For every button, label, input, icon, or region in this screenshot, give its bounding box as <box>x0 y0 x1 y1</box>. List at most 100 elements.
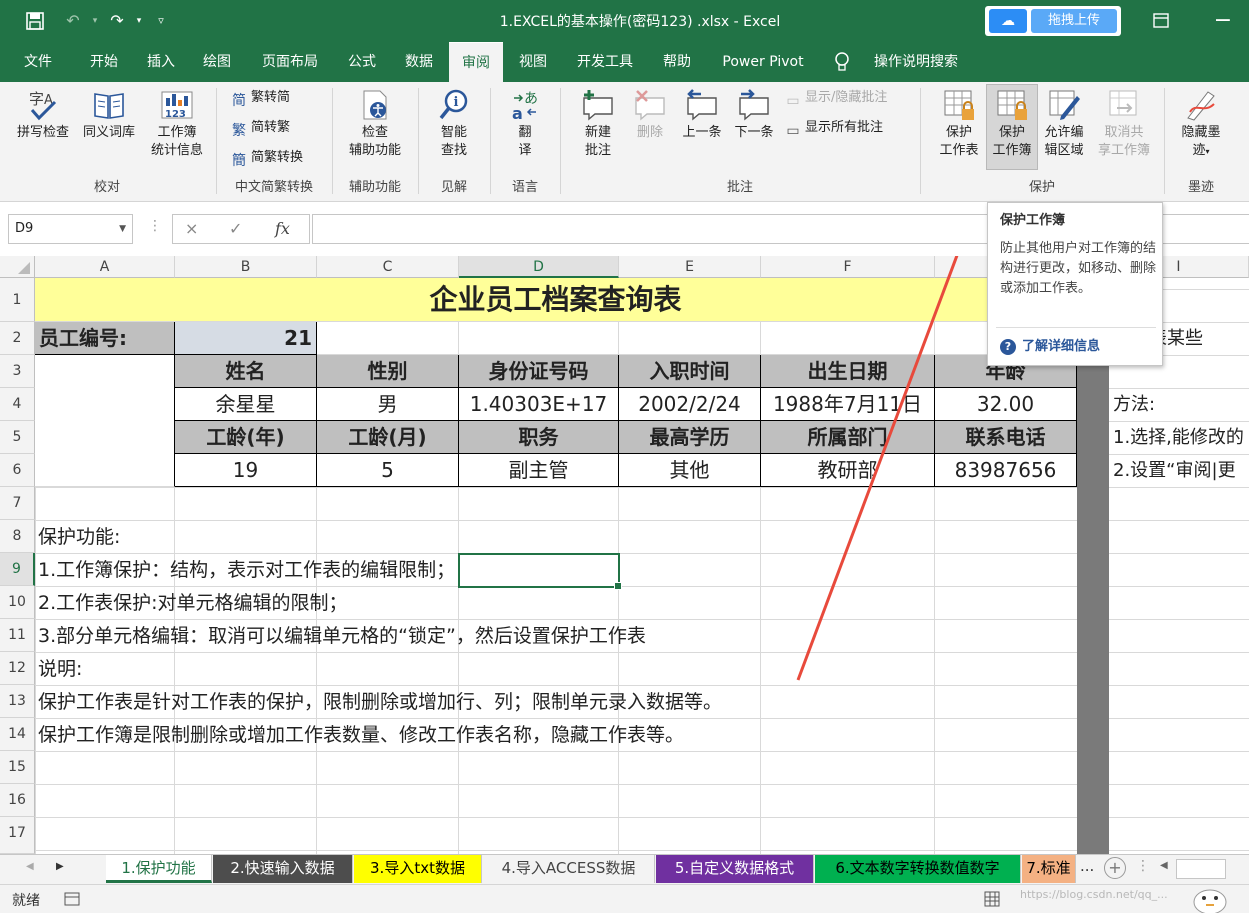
table-cell[interactable]: 其他 <box>619 454 761 487</box>
name-box-dropdown-icon[interactable]: ▼ <box>119 215 126 243</box>
add-sheet-icon[interactable]: + <box>1104 857 1126 879</box>
delete-comment-button[interactable]: 删除 <box>622 88 678 142</box>
tab-draw[interactable]: 绘图 <box>192 42 242 82</box>
tab-view[interactable]: 视图 <box>508 42 558 82</box>
tab-power-pivot[interactable]: Power Pivot <box>710 42 816 82</box>
smart-lookup-button[interactable]: i 智能 查找 <box>424 88 484 160</box>
show-hide-comment-button[interactable]: ▭ 显示/隐藏批注 <box>784 88 887 110</box>
table-cell[interactable]: 副主管 <box>459 454 619 487</box>
sheet-tab[interactable]: 1.保护功能 <box>106 855 212 883</box>
row-header[interactable]: 2 <box>0 322 35 355</box>
table-header[interactable]: 身份证号码 <box>459 355 619 388</box>
sheet-tab[interactable]: 4.导入ACCESS数据 <box>483 855 655 883</box>
row-header[interactable]: 11 <box>0 619 35 652</box>
show-all-comments-button[interactable]: ▭ 显示所有批注 <box>784 118 883 140</box>
note-text[interactable]: 保护功能: <box>38 521 120 553</box>
tab-data[interactable]: 数据 <box>394 42 444 82</box>
unshare-workbook-button[interactable]: 取消共 享工作簿 <box>1094 88 1154 160</box>
tab-formulas[interactable]: 公式 <box>336 42 388 82</box>
new-comment-button[interactable]: 新建 批注 <box>568 88 628 160</box>
tab-help[interactable]: 帮助 <box>652 42 702 82</box>
translate-button[interactable]: あa 翻 译 <box>496 88 554 160</box>
check-accessibility-button[interactable]: 检查 辅助功能 <box>340 88 410 160</box>
upload-button[interactable]: ☁ 拖拽上传 <box>985 6 1121 36</box>
select-all-corner[interactable] <box>0 256 35 278</box>
more-sheets[interactable]: ... <box>1080 857 1094 875</box>
simp-to-trad-button[interactable]: 繁简转繁 <box>230 118 290 140</box>
tab-page-layout[interactable]: 页面布局 <box>252 42 328 82</box>
note-text[interactable]: 1.工作簿保护：结构，表示对工作表的编辑限制； <box>38 554 455 586</box>
tell-me-search[interactable]: 操作说明搜索 <box>864 42 968 82</box>
row-header[interactable]: 7 <box>0 487 35 520</box>
row-header-selected[interactable]: 9 <box>0 553 35 586</box>
name-box[interactable]: D9 ▼ <box>8 214 133 244</box>
ribbon-display-icon[interactable] <box>1146 8 1176 34</box>
note-text[interactable]: 保护工作簿是限制删除或增加工作表数量、修改工作表名称，隐藏工作表等。 <box>38 719 684 751</box>
scroll-right-icon[interactable]: ▶ <box>56 861 64 872</box>
employee-id-label[interactable]: 员工编号: <box>35 322 175 355</box>
save-icon[interactable] <box>24 10 46 32</box>
table-cell[interactable]: 1.40303E+17 <box>459 388 619 421</box>
side-note[interactable]: 1.选择,能修改的 <box>1113 422 1244 454</box>
side-note[interactable]: 2.设置“审阅|更 <box>1113 455 1236 487</box>
table-header[interactable]: 工龄(月) <box>317 421 459 454</box>
sheet-tab[interactable]: 6.文本数字转换数值数字 <box>815 855 1021 883</box>
table-cell[interactable]: 5 <box>317 454 459 487</box>
tab-home[interactable]: 开始 <box>78 42 130 82</box>
redo-icon[interactable]: ↷ <box>106 10 128 32</box>
column-header[interactable]: E <box>619 256 761 278</box>
cell[interactable] <box>35 355 175 487</box>
thesaurus-button[interactable]: 同义词库 <box>76 88 142 142</box>
macro-record-icon[interactable] <box>64 891 80 907</box>
row-header[interactable]: 12 <box>0 652 35 685</box>
undo-dropdown-icon[interactable]: ▾ <box>84 10 106 32</box>
cell[interactable] <box>317 322 459 355</box>
table-cell[interactable]: 2002/2/24 <box>619 388 761 421</box>
row-header[interactable]: 4 <box>0 388 35 421</box>
horizontal-scrollbar[interactable] <box>1176 859 1226 879</box>
sheet-tab[interactable]: 2.快速输入数据 <box>213 855 353 883</box>
row-header[interactable]: 17 <box>0 817 35 854</box>
row-header[interactable]: 15 <box>0 751 35 784</box>
trad-to-simp-button[interactable]: 简繁转简 <box>230 88 290 110</box>
column-header[interactable]: A <box>35 256 175 278</box>
table-header[interactable]: 工龄(年) <box>175 421 317 454</box>
table-header[interactable]: 入职时间 <box>619 355 761 388</box>
hscroll-left-icon[interactable]: ◀ <box>1160 860 1168 871</box>
side-note[interactable]: 方法: <box>1113 389 1155 421</box>
spelling-button[interactable]: 字A 拼写检查 <box>10 88 76 142</box>
customize-toolbar-icon[interactable]: ▿ <box>150 10 172 32</box>
cell[interactable] <box>619 322 761 355</box>
note-text[interactable]: 2.工作表保护:对单元格编辑的限制； <box>38 587 348 619</box>
row-header[interactable]: 6 <box>0 454 35 487</box>
row-header[interactable]: 16 <box>0 784 35 817</box>
note-text[interactable]: 说明: <box>38 653 82 685</box>
row-header[interactable]: 1 <box>0 278 35 322</box>
tab-developer[interactable]: 开发工具 <box>566 42 644 82</box>
column-header[interactable]: C <box>317 256 459 278</box>
tab-file[interactable]: 文件 <box>14 42 62 82</box>
normal-view-icon[interactable] <box>984 891 1000 907</box>
protect-sheet-button[interactable]: 保护 工作表 <box>932 88 986 160</box>
row-header[interactable]: 14 <box>0 718 35 751</box>
row-header[interactable]: 3 <box>0 355 35 388</box>
sheet-tab[interactable]: 3.导入txt数据 <box>354 855 482 883</box>
protect-workbook-button[interactable]: 保护 工作簿 <box>986 84 1038 170</box>
undo-icon[interactable]: ↶ <box>62 10 84 32</box>
row-header[interactable]: 10 <box>0 586 35 619</box>
tab-review[interactable]: 审阅 <box>449 42 503 82</box>
table-header[interactable]: 职务 <box>459 421 619 454</box>
row-header[interactable]: 5 <box>0 421 35 454</box>
minimize-icon[interactable]: − <box>1208 8 1238 34</box>
sheet-tab[interactable]: 5.自定义数据格式 <box>656 855 814 883</box>
cell[interactable] <box>459 322 619 355</box>
scroll-left-icon[interactable]: ◀ <box>26 861 34 872</box>
allow-edit-ranges-button[interactable]: 允许编 辑区域 <box>1038 88 1090 160</box>
redo-dropdown-icon[interactable]: ▾ <box>128 10 150 32</box>
table-header[interactable]: 最高学历 <box>619 421 761 454</box>
tab-insert[interactable]: 插入 <box>136 42 186 82</box>
hide-ink-button[interactable]: 隐藏墨 迹▾ <box>1170 88 1232 161</box>
table-cell[interactable]: 余星星 <box>175 388 317 421</box>
tab-split-icon[interactable]: ⋮ <box>1136 858 1150 874</box>
note-text[interactable]: 保护工作表是针对工作表的保护，限制删除或增加行、列；限制单元录入数据等。 <box>38 686 722 718</box>
